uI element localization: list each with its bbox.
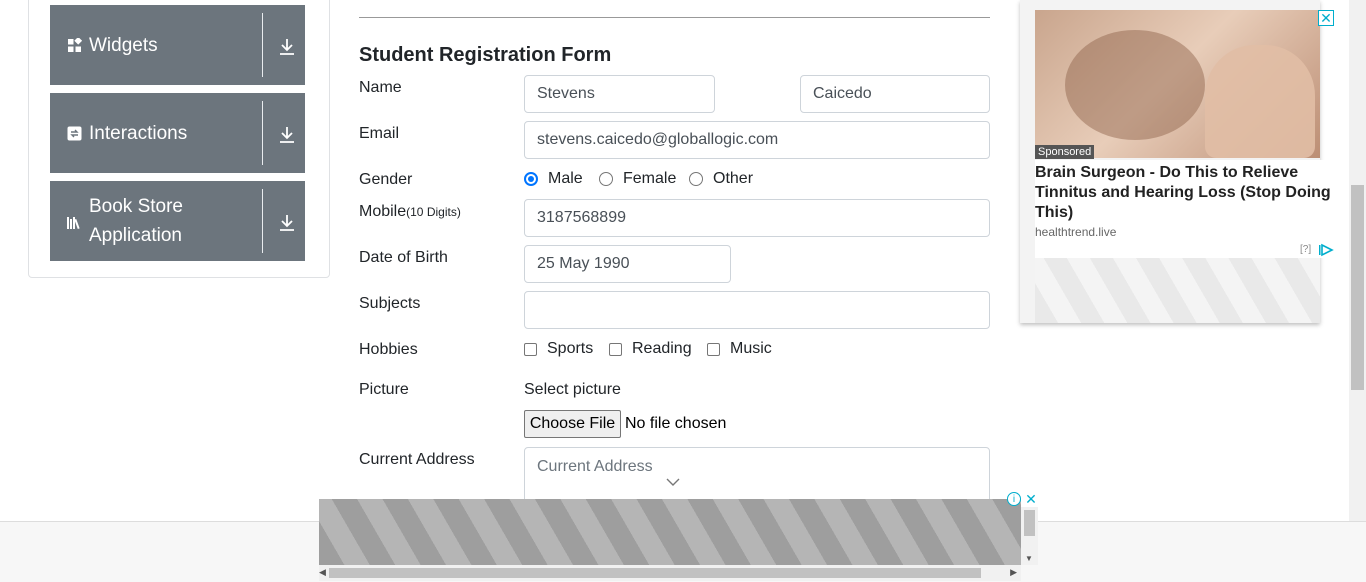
radio-button[interactable] xyxy=(599,172,613,186)
current-address-textarea[interactable]: Current Address xyxy=(524,447,990,507)
checkbox-label: Sports xyxy=(547,340,594,357)
hobbies-label: Hobbies xyxy=(359,341,418,358)
ad-image-hand xyxy=(1205,45,1315,158)
date-of-birth-input[interactable]: 25 May 1990 xyxy=(524,245,731,283)
ad-info-icon[interactable]: i xyxy=(1007,492,1021,506)
scrollbar-thumb[interactable] xyxy=(1024,510,1035,536)
sidebar-group-book-store[interactable]: Book Store Application xyxy=(50,181,305,261)
sidebar-group-label: Book Store Application xyxy=(89,196,183,246)
ad-image-face xyxy=(1065,30,1205,140)
checkbox[interactable] xyxy=(524,342,537,356)
ad-domain[interactable]: healthtrend.live xyxy=(1035,225,1116,239)
subjects-input[interactable] xyxy=(524,291,990,329)
adchoices-icon[interactable] xyxy=(1318,243,1334,257)
download-icon[interactable] xyxy=(278,37,296,57)
chevron-down-icon[interactable] xyxy=(665,476,681,488)
select-picture-label: Select picture xyxy=(524,381,621,398)
interactions-icon xyxy=(67,126,82,141)
mobile-hint: (10 Digits) xyxy=(406,205,461,219)
download-icon[interactable] xyxy=(278,125,296,145)
picture-label: Picture xyxy=(359,381,409,398)
radio-button[interactable] xyxy=(689,172,703,186)
email-label: Email xyxy=(359,125,400,142)
ad-background-pattern xyxy=(1035,258,1320,323)
name-label: Name xyxy=(359,79,402,96)
mobile-label: Mobile(10 Digits) xyxy=(359,203,461,221)
first-name-input[interactable]: Stevens xyxy=(524,75,715,113)
gender-label: Gender xyxy=(359,171,413,188)
hobby-checkbox-music[interactable]: Music xyxy=(707,340,772,358)
widgets-icon xyxy=(68,38,82,52)
last-name-input[interactable]: Caicedo xyxy=(800,75,990,113)
scroll-right-arrow-icon[interactable]: ▶ xyxy=(1010,567,1017,578)
divider xyxy=(262,189,263,253)
form-title: Student Registration Form xyxy=(359,44,612,66)
scrollbar-thumb[interactable] xyxy=(329,568,981,578)
checkbox-label: Music xyxy=(730,340,772,357)
page-scrollbar[interactable] xyxy=(1349,0,1366,521)
divider xyxy=(262,13,263,77)
hobby-checkbox-reading[interactable]: Reading xyxy=(609,340,692,358)
mobile-input[interactable]: 3187568899 xyxy=(524,199,990,237)
scroll-down-arrow-icon[interactable]: ▼ xyxy=(1025,554,1033,563)
dob-label: Date of Birth xyxy=(359,249,448,266)
gender-radio-male[interactable]: Male xyxy=(524,170,583,188)
ad-help-link[interactable]: [?] xyxy=(1300,244,1311,255)
sidebar-group-label: Interactions xyxy=(89,122,188,144)
ad-close-icon[interactable]: ✕ xyxy=(1318,10,1334,26)
sidebar-group-widgets[interactable]: Widgets xyxy=(50,5,305,85)
file-status: No file chosen xyxy=(625,415,727,432)
email-input[interactable]: stevens.caicedo@globallogic.com xyxy=(524,121,990,159)
book-store-icon xyxy=(67,217,80,230)
download-icon[interactable] xyxy=(278,213,296,233)
radio-label: Other xyxy=(713,170,754,187)
scroll-left-arrow-icon[interactable]: ◀ xyxy=(319,567,326,578)
sidebar-group-label: Widgets xyxy=(89,34,158,56)
checkbox[interactable] xyxy=(609,342,622,356)
radio-label: Female xyxy=(623,170,677,187)
checkbox[interactable] xyxy=(707,342,720,356)
divider xyxy=(262,101,263,165)
radio-button[interactable] xyxy=(524,172,538,186)
bottom-banner-ad[interactable] xyxy=(319,499,1021,565)
section-divider xyxy=(359,17,990,18)
sidebar-group-interactions[interactable]: Interactions xyxy=(50,93,305,173)
checkbox-label: Reading xyxy=(632,340,692,357)
choose-file-button[interactable]: Choose File xyxy=(524,410,621,438)
ad-horizontal-scrollbar[interactable]: ◀ ▶ xyxy=(319,565,1021,581)
ad-vertical-scrollbar[interactable]: ▼ xyxy=(1021,507,1038,565)
gender-radio-female[interactable]: Female xyxy=(599,170,676,188)
hobby-checkbox-sports[interactable]: Sports xyxy=(524,340,593,358)
ad-image[interactable] xyxy=(1035,10,1320,158)
current-address-label: Current Address xyxy=(359,451,475,468)
radio-label: Male xyxy=(548,170,583,187)
ad-close-icon[interactable]: ✕ xyxy=(1024,492,1038,506)
gender-radio-other[interactable]: Other xyxy=(689,170,753,188)
ad-headline[interactable]: Brain Surgeon - Do This to Relieve Tinni… xyxy=(1035,163,1335,223)
subjects-label: Subjects xyxy=(359,295,421,312)
mobile-label-text: Mobile xyxy=(359,203,407,220)
sponsored-badge: Sponsored xyxy=(1035,145,1095,159)
page-scrollbar-thumb[interactable] xyxy=(1351,185,1364,390)
